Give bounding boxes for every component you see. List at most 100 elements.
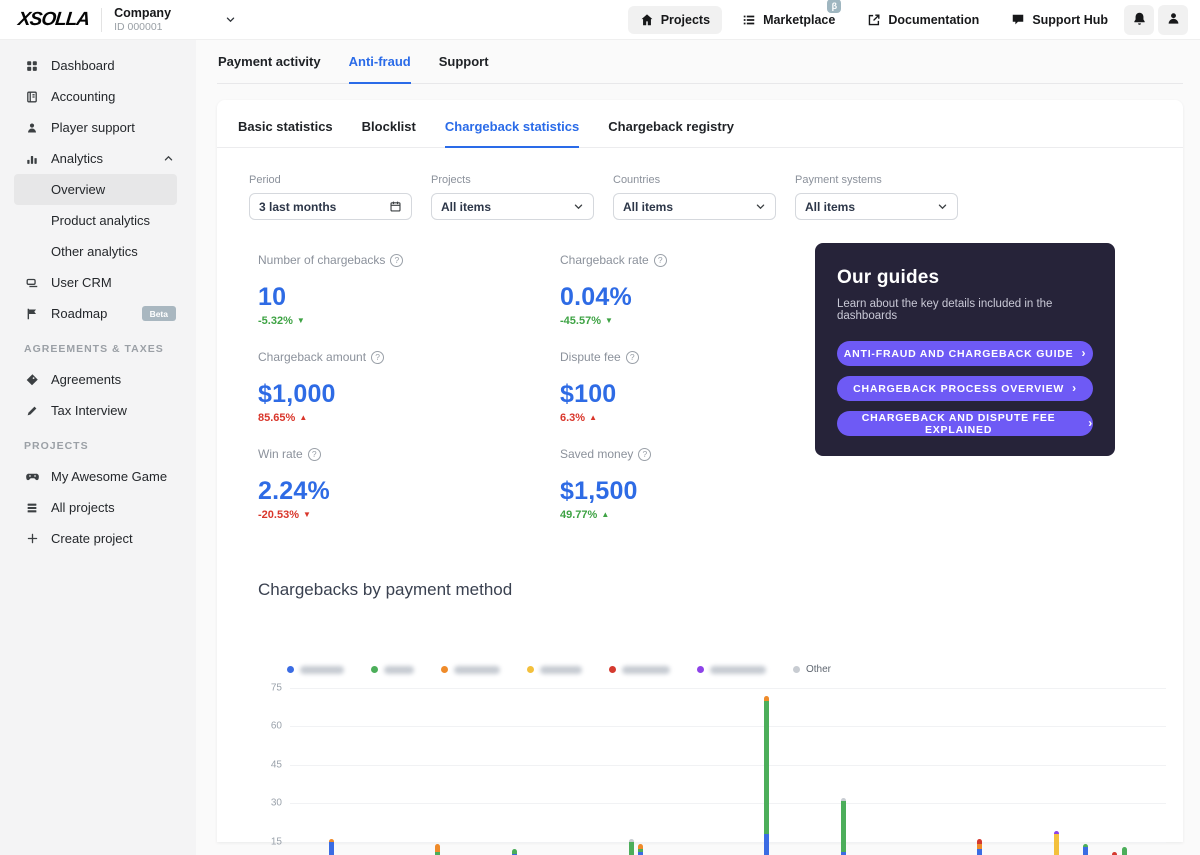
bar-slot (358, 688, 363, 855)
stacked-bar[interactable] (763, 695, 769, 855)
sidebar-item-player-support[interactable]: Player support (0, 112, 196, 143)
company-selector[interactable]: Company ID 000001 (114, 6, 236, 34)
legend-item-payment-method-3[interactable] (441, 665, 500, 674)
sidebar-item-accounting[interactable]: Accounting (0, 81, 196, 112)
nav-label: Projects (660, 12, 711, 27)
help-icon[interactable]: ? (625, 350, 639, 364)
stacked-bar[interactable] (1121, 846, 1127, 855)
bar-slot (493, 688, 498, 855)
stat-value: 10 (258, 283, 287, 311)
nav-marketplace[interactable]: Marketplace β (730, 0, 847, 34)
stat-value: 2.24% (258, 477, 330, 505)
stacked-bar[interactable] (976, 839, 982, 855)
stat-chargeback-amount: Chargeback amount? $1,000 85.65% ▲ (258, 350, 560, 447)
bar-segment (976, 849, 982, 855)
help-icon[interactable]: ? (307, 447, 321, 461)
sidebar-item-overview[interactable]: Overview (14, 174, 177, 205)
legend-item-payment-method-1[interactable] (287, 665, 344, 674)
stacked-bar[interactable] (435, 844, 441, 855)
filter-select[interactable]: All items (431, 193, 594, 220)
help-icon[interactable]: ? (390, 253, 404, 267)
legend-item-payment-method-5[interactable] (609, 665, 670, 674)
bar-segment (763, 833, 769, 855)
guides-subtitle: Learn about the key details included in … (837, 298, 1053, 322)
tab-chargeback-statistics[interactable]: Chargeback statistics (444, 119, 580, 148)
arrow-down-icon: ▼ (302, 510, 311, 519)
bar-slot (425, 688, 430, 855)
tab-payment-activity[interactable]: Payment activity (218, 54, 321, 84)
bar-slot (658, 688, 663, 855)
y-tick-label: 15 (270, 836, 282, 848)
sidebar-item-my-awesome-game[interactable]: My Awesome Game (0, 461, 196, 492)
bar-slot (445, 688, 450, 855)
nav-support-hub[interactable]: Support Hub (999, 6, 1120, 34)
bar-slot (919, 688, 924, 855)
sidebar-item-label: Create project (51, 531, 133, 546)
y-tick-label: 75 (270, 682, 282, 694)
filter-value: 3 last months (259, 199, 337, 214)
stacked-bar[interactable] (841, 798, 847, 855)
guide-button-chargeback-and-dispute-fee-explained[interactable]: CHARGEBACK AND DISPUTE FEE EXPLAINED › (837, 411, 1093, 436)
sidebar-item-label: All projects (51, 500, 115, 515)
bar-slot (648, 688, 653, 855)
sidebar-item-other-analytics[interactable]: Other analytics (0, 236, 196, 267)
sidebar-item-label: Product analytics (51, 213, 150, 228)
sidebar-item-user-crm[interactable]: User CRM (0, 267, 196, 298)
arrow-down-icon: ▼ (296, 316, 305, 325)
bar-slot (435, 688, 441, 855)
sidebar-item-create-project[interactable]: Create project (0, 523, 196, 554)
sidebar-item-roadmap[interactable]: Roadmap Beta (0, 298, 196, 329)
marketplace-icon (742, 13, 756, 27)
stacked-bar[interactable] (638, 844, 644, 855)
sidebar-item-agreements[interactable]: Agreements (0, 364, 196, 395)
bar-slot (976, 688, 982, 855)
stacked-bar[interactable] (328, 839, 334, 855)
help-icon[interactable]: ? (371, 350, 385, 364)
stacked-bar[interactable] (628, 839, 634, 855)
guides-card: Our guides Learn about the key details i… (815, 243, 1115, 456)
stat-value: $1,000 (258, 380, 336, 408)
nav-projects[interactable]: Projects (627, 5, 723, 34)
filter-select[interactable]: All items (795, 193, 958, 220)
help-icon[interactable]: ? (653, 253, 667, 267)
legend-item-payment-method-6[interactable] (697, 665, 766, 674)
sidebar-item-product-analytics[interactable]: Product analytics (0, 205, 196, 236)
help-icon[interactable]: ? (638, 447, 652, 461)
bar-slot (609, 688, 614, 855)
legend-label-redacted (384, 665, 414, 674)
sidebar-item-all-projects[interactable]: All projects (0, 492, 196, 523)
filter-select[interactable]: 3 last months (249, 193, 412, 220)
bar-slot (387, 688, 392, 855)
tab-blocklist[interactable]: Blocklist (362, 119, 416, 148)
legend-item-payment-method-4[interactable] (527, 665, 582, 674)
tab-chargeback-registry[interactable]: Chargeback registry (608, 119, 734, 148)
notifications-button[interactable] (1124, 4, 1154, 35)
stacked-bar[interactable] (512, 849, 518, 855)
guide-button-anti-fraud-and-chargeback-guide[interactable]: ANTI-FRAUD AND CHARGEBACK GUIDE › (837, 341, 1093, 366)
legend-label: Other (806, 664, 832, 675)
tab-anti-fraud[interactable]: Anti-fraud (348, 54, 411, 84)
bar-slot (309, 688, 314, 855)
guide-button-chargeback-process-overview[interactable]: CHARGEBACK PROCESS OVERVIEW › (837, 376, 1093, 401)
legend-item-payment-method-2[interactable] (371, 665, 414, 674)
bar-slot (763, 688, 769, 855)
xsolla-logo[interactable]: XSOLLA (17, 9, 90, 31)
sidebar-item-dashboard[interactable]: Dashboard (0, 50, 196, 81)
tab-basic-statistics[interactable]: Basic statistics (238, 119, 333, 148)
account-button[interactable] (1158, 4, 1188, 35)
filter-select[interactable]: All items (613, 193, 776, 220)
legend-label-redacted (300, 665, 344, 674)
bar-slot (793, 688, 798, 855)
sidebar-item-tax-interview[interactable]: Tax Interview (0, 395, 196, 426)
stacked-bar[interactable] (1054, 831, 1060, 855)
sidebar-item-analytics[interactable]: Analytics (0, 143, 196, 174)
bar-slot (851, 688, 856, 855)
chargebacks-chart: 01530456075 (252, 683, 1183, 855)
tab-support[interactable]: Support (439, 54, 489, 84)
bar-slot (812, 688, 817, 855)
legend-item-other[interactable]: Other (793, 664, 831, 675)
nav-documentation[interactable]: Documentation (855, 6, 991, 34)
external-link-icon (867, 13, 881, 27)
stacked-bar[interactable] (1083, 844, 1089, 855)
bar-slot (986, 688, 991, 855)
